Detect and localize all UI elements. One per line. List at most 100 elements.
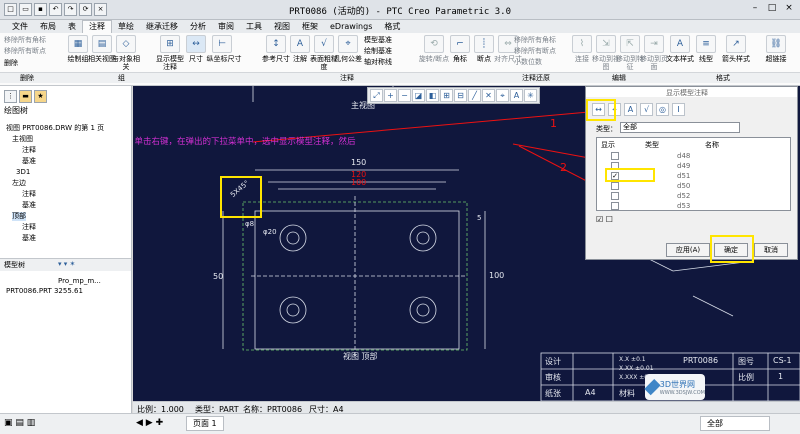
tab-sketch[interactable]: 草绘 <box>112 21 140 33</box>
group-annotation-restore[interactable]: 注释还原 <box>522 74 550 82</box>
select-all-icon[interactable]: ☑ ☐ <box>596 215 613 224</box>
tree-main-view[interactable]: 主视图 <box>12 135 33 144</box>
connect-icon[interactable]: ⌇ <box>572 35 592 53</box>
row-checkbox[interactable] <box>611 152 619 160</box>
tab-annotate[interactable]: 注释 <box>82 20 112 33</box>
annotation-display-icon[interactable]: A <box>510 89 523 102</box>
tab-edrawings[interactable]: eDrawings <box>324 21 378 33</box>
draw-datum[interactable]: 绘制基准 <box>364 47 392 55</box>
row-checkbox[interactable] <box>611 202 619 210</box>
tree-3d1[interactable]: 3D1 <box>16 168 30 177</box>
arrow-style-icon[interactable]: ↗ <box>726 35 746 53</box>
remove-all-breaks-2[interactable]: 移除所有断点 <box>514 47 556 55</box>
cancel-button[interactable]: 取消 <box>754 243 788 257</box>
surface-finish-icon[interactable]: √ <box>314 35 334 53</box>
decimal-places[interactable]: 小数位数 <box>514 58 542 66</box>
dim-50[interactable]: 50 <box>213 272 223 281</box>
model-tree-settings-icon[interactable]: ▾ ▾ ✶ <box>58 260 75 269</box>
plane-display-icon[interactable]: ⊟ <box>454 89 467 102</box>
repaint-icon[interactable]: ◪ <box>412 89 425 102</box>
dim-100-vertical[interactable]: 100 <box>489 271 504 280</box>
tab-legacy-migration[interactable]: 继承迁移 <box>140 21 184 33</box>
tab-frame[interactable]: 框架 <box>296 21 324 33</box>
selection-filter[interactable]: 全部 <box>700 416 770 431</box>
row-checkbox[interactable] <box>611 182 619 190</box>
line-style-icon[interactable]: ≡ <box>696 35 716 53</box>
tab-analysis[interactable]: 分析 <box>184 21 212 33</box>
type-select[interactable]: 全部 <box>620 122 740 133</box>
group-format[interactable]: 格式 <box>716 74 730 82</box>
spin-center-icon[interactable]: ✳ <box>524 89 537 102</box>
display-style-icon[interactable]: ◧ <box>426 89 439 102</box>
datum-tab-icon[interactable]: Ⅰ <box>672 103 685 116</box>
tab-file[interactable]: 文件 <box>6 21 34 33</box>
hole-dim-small[interactable]: φ8 <box>245 220 254 228</box>
page-nav-icons[interactable]: ◀ ▶ ✚ <box>136 418 163 428</box>
group-annotate[interactable]: 注释 <box>340 74 354 82</box>
dim-150[interactable]: 150 <box>351 158 366 167</box>
related-object-icon[interactable]: ◇ <box>116 35 136 53</box>
text-style-icon[interactable]: A <box>670 35 690 53</box>
tab-format[interactable]: 格式 <box>378 21 406 33</box>
folder-tab-icon[interactable]: ▬ <box>19 90 32 103</box>
move-to-view-icon[interactable]: ⇲ <box>596 35 616 53</box>
zoom-out-icon[interactable]: − <box>398 89 411 102</box>
point-display-icon[interactable]: ✕ <box>482 89 495 102</box>
tab-table[interactable]: 表 <box>62 21 82 33</box>
tree-main-datum[interactable]: 基准 <box>22 157 36 166</box>
apply-button[interactable]: 应用(A) <box>666 243 710 257</box>
model-tree-part-row[interactable]: PRT0086.PRT 3255.61 <box>6 287 83 296</box>
maximize-icon[interactable]: □ <box>765 3 779 15</box>
move-to-feature-icon[interactable]: ⇱ <box>620 35 640 53</box>
dim-5[interactable]: 5 <box>477 214 481 222</box>
tree-top-view[interactable]: 顶部 <box>12 212 26 221</box>
zoom-in-icon[interactable]: + <box>384 89 397 102</box>
axis-display-icon[interactable]: ╱ <box>468 89 481 102</box>
delete-button[interactable]: 删除 <box>4 59 18 67</box>
hyperlink-icon[interactable]: ⛓ <box>766 35 786 53</box>
refit-icon[interactable]: ⤢ <box>370 89 383 102</box>
rotate-break-icon[interactable]: ⟲ <box>424 35 444 53</box>
minimize-icon[interactable]: – <box>748 3 762 15</box>
surface-finish-tab-icon[interactable]: √ <box>640 103 653 116</box>
remove-all-corners-2[interactable]: 移除所有角标 <box>514 36 556 44</box>
corner-icon[interactable]: ⌐ <box>450 35 470 53</box>
ordinate-dimension-icon[interactable]: ⊢ <box>212 35 232 53</box>
row-checkbox[interactable] <box>611 192 619 200</box>
axis-symmetric-line[interactable]: 轴对称线 <box>364 58 392 66</box>
reference-dimension-icon[interactable]: ↕ <box>266 35 286 53</box>
remove-all-corners[interactable]: 移除所有角标 <box>4 36 46 44</box>
drawing-tree-tab-icon[interactable]: ⋮ <box>4 90 17 103</box>
tree-left-datum[interactable]: 基准 <box>22 201 36 210</box>
datum-display-icon[interactable]: ⊞ <box>440 89 453 102</box>
remove-all-breaks[interactable]: 移除所有断点 <box>4 47 46 55</box>
tree-top-notes[interactable]: 注释 <box>22 223 36 232</box>
tab-review[interactable]: 审阅 <box>212 21 240 33</box>
csys-display-icon[interactable]: ⌖ <box>496 89 509 102</box>
tree-main-notes[interactable]: 注释 <box>22 146 36 155</box>
tab-layout[interactable]: 布局 <box>34 21 62 33</box>
favorites-tab-icon[interactable]: ★ <box>34 90 47 103</box>
tab-tools[interactable]: 工具 <box>240 21 268 33</box>
group-delete[interactable]: 删除 <box>20 74 34 82</box>
tree-root[interactable]: 视图 PRT0086.DRW 的第 1 页 <box>6 124 104 133</box>
symbol-tab-icon[interactable]: ◎ <box>656 103 669 116</box>
dimension-icon[interactable]: ↔ <box>186 35 206 53</box>
dim-100[interactable]: 100 <box>351 178 366 187</box>
model-tree-column-header[interactable]: Pro_mp_m... <box>58 277 101 286</box>
tab-view[interactable]: 视图 <box>268 21 296 33</box>
note-icon[interactable]: A <box>290 35 310 53</box>
draw-group-icon[interactable]: ▦ <box>68 35 88 53</box>
tree-left-notes[interactable]: 注释 <box>22 190 36 199</box>
show-model-annotations-icon[interactable]: ⊞ <box>160 35 180 53</box>
move-to-page-icon[interactable]: ⇥ <box>644 35 664 53</box>
tree-left-view[interactable]: 左边 <box>12 179 26 188</box>
hole-dim-large[interactable]: φ20 <box>263 228 277 236</box>
tree-top-datum[interactable]: 基准 <box>22 234 36 243</box>
bottom-left-icons[interactable]: ▣ ▤ ▥ <box>4 418 35 428</box>
page-tab[interactable]: 页面 1 <box>186 416 224 431</box>
model-datum[interactable]: 模型基准 <box>364 36 392 44</box>
note-tab-icon[interactable]: A <box>624 103 637 116</box>
close-icon[interactable]: × <box>782 3 796 15</box>
break-icon[interactable]: ┊ <box>474 35 494 53</box>
